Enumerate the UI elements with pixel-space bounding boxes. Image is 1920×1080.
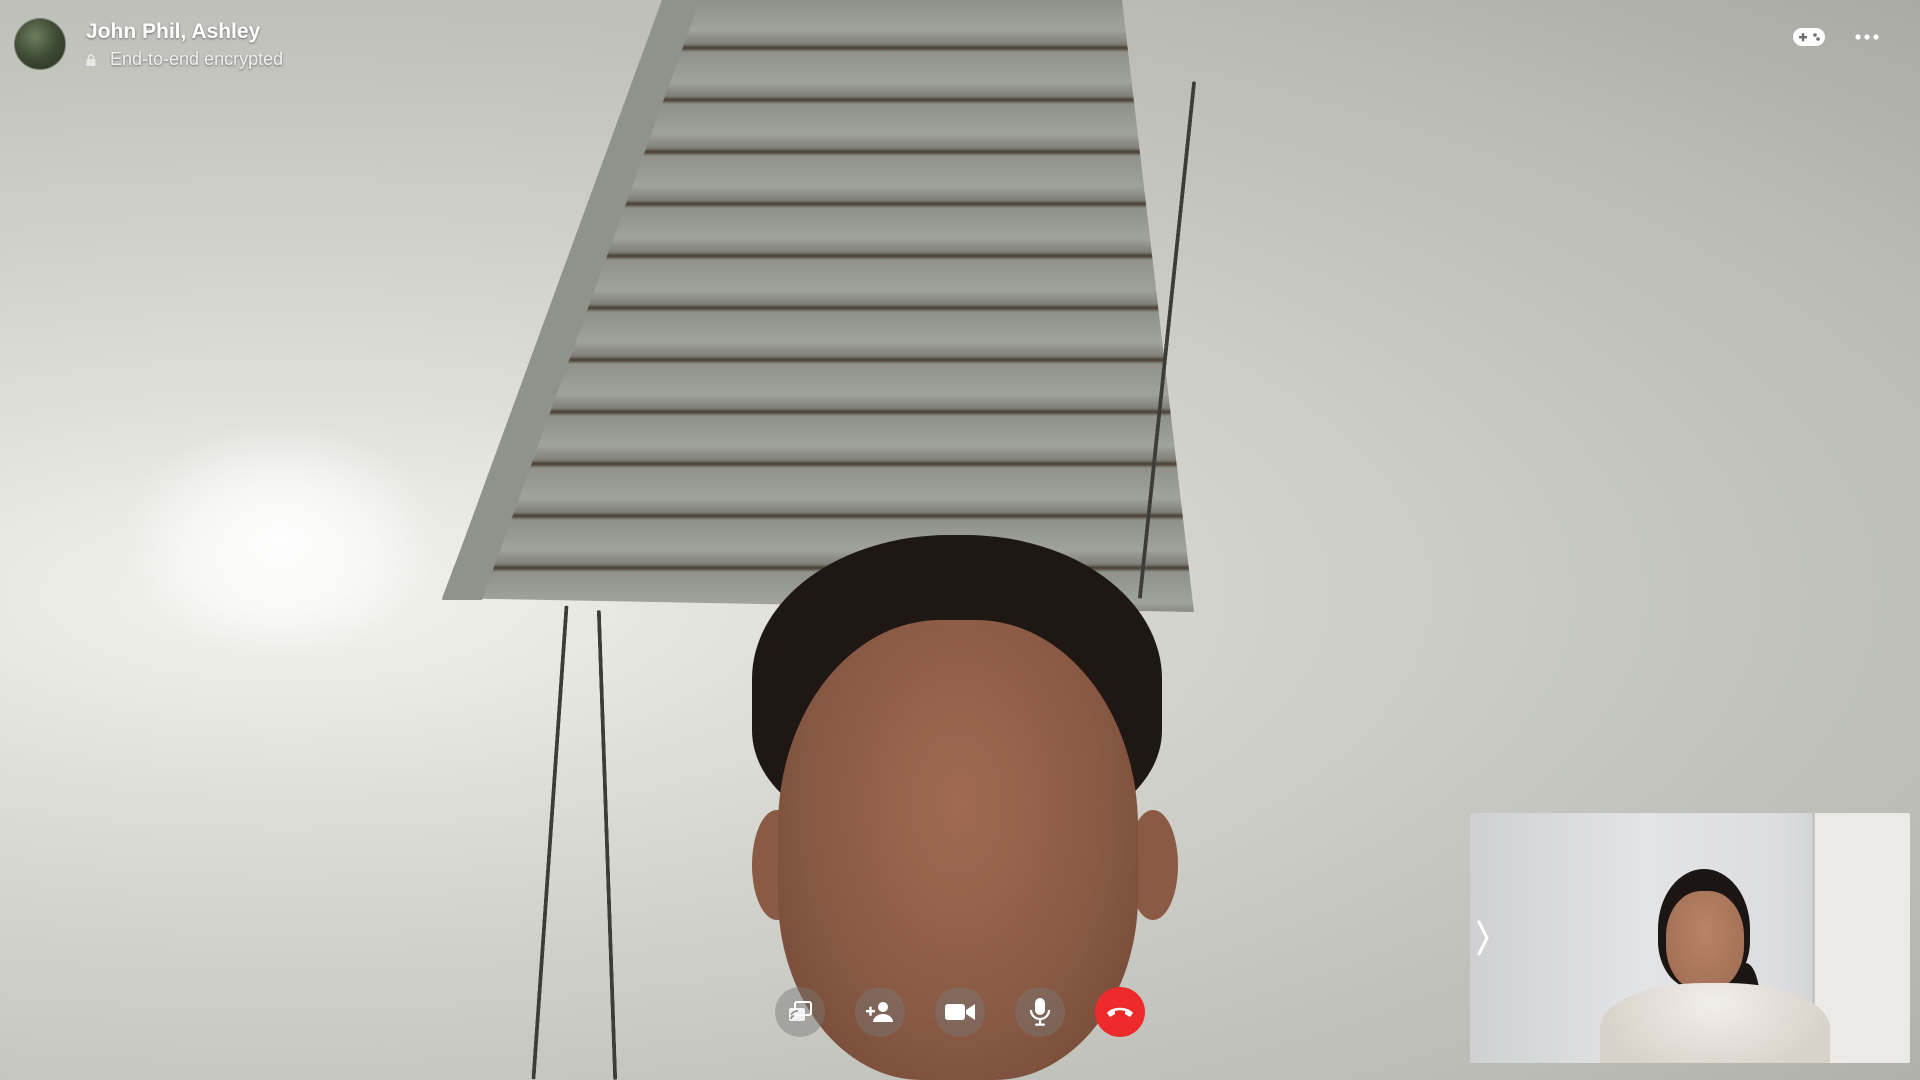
call-info: John Phil, Ashley End-to-end encrypted [86, 18, 283, 70]
hang-up-icon [1107, 1007, 1133, 1017]
group-avatar[interactable] [14, 18, 66, 70]
more-options-button[interactable] [1854, 33, 1880, 41]
microphone-icon [1029, 998, 1051, 1026]
share-screen-icon [789, 1001, 812, 1021]
self-person-body [1600, 983, 1830, 1063]
self-video-preview[interactable] [1470, 813, 1910, 1063]
add-person-icon [866, 1002, 893, 1022]
self-person-face [1666, 891, 1744, 991]
wall-light-glare [120, 420, 440, 660]
microphone-button[interactable] [1015, 987, 1065, 1037]
call-header: John Phil, Ashley End-to-end encrypted [14, 18, 283, 70]
end-call-button[interactable] [1095, 987, 1145, 1037]
share-screen-button[interactable] [775, 987, 825, 1037]
camera-icon [945, 1004, 975, 1020]
effects-button[interactable] [1792, 26, 1826, 48]
lock-icon [86, 53, 96, 66]
camera-button[interactable] [935, 987, 985, 1037]
cable [596, 610, 618, 1080]
add-person-button[interactable] [855, 987, 905, 1037]
game-controller-icon [1793, 28, 1825, 46]
encryption-label: End-to-end encrypted [110, 49, 284, 69]
chevron-right-icon[interactable] [1474, 918, 1492, 958]
encryption-status: End-to-end encrypted [86, 49, 283, 70]
header-actions [1792, 26, 1880, 48]
call-title: John Phil, Ashley [86, 20, 261, 43]
cable [531, 605, 569, 1080]
call-window: John Phil, Ashley End-to-end encrypted [0, 0, 1920, 1080]
call-controls [775, 987, 1145, 1037]
more-options-icon [1855, 34, 1879, 40]
